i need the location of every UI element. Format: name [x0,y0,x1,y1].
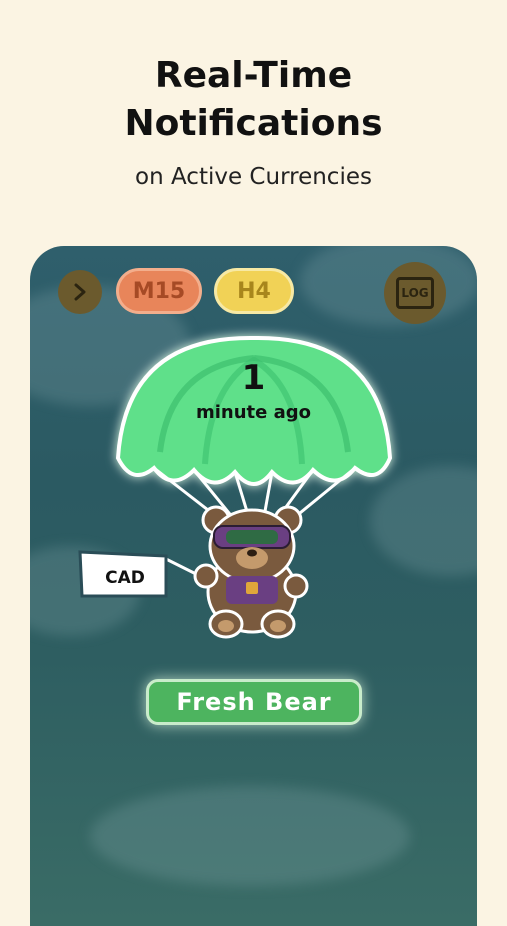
status-badge[interactable]: Fresh Bear [146,679,362,725]
elapsed-count: 1 [241,358,266,398]
elapsed-unit: minute ago [195,402,312,423]
headline-subtitle: on Active Currencies [135,164,372,190]
headline-title: Real-Time Notifications [0,52,507,148]
headline-line-2: Notifications [124,103,383,144]
headline-line-1: Real-Time [154,55,353,96]
cloud [90,786,410,886]
app-screen: M15 H4 LOG 1 minute ago CAD Fresh Bear [30,246,477,926]
currency-label: CAD [105,568,145,588]
bear [193,505,309,639]
